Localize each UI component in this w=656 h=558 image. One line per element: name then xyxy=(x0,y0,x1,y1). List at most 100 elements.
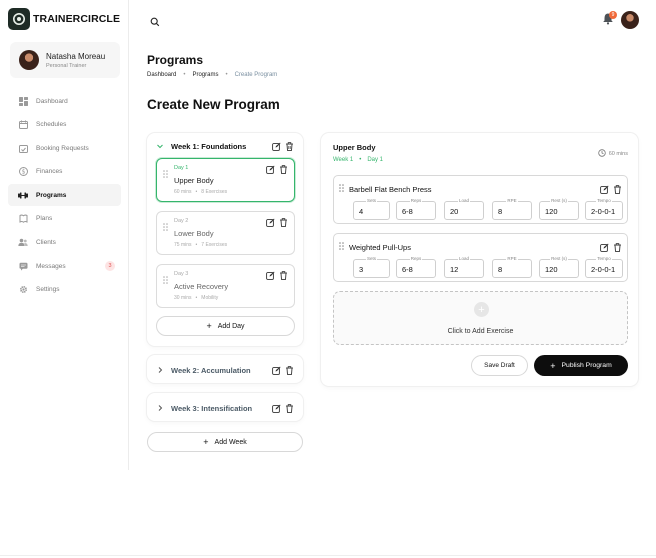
sidebar-item-label: Settings xyxy=(36,286,60,294)
user-avatar[interactable] xyxy=(621,11,639,29)
dollar-icon: $ xyxy=(18,167,28,177)
add-day-button[interactable]: + Add Day xyxy=(156,316,295,336)
reps-field[interactable]: Reps 6-8 xyxy=(396,256,436,278)
load-field[interactable]: Load 20 xyxy=(444,198,484,220)
calendar-check-icon xyxy=(18,143,28,153)
publish-program-button[interactable]: + Publish Program xyxy=(534,355,628,376)
sets-field[interactable]: Sets 4 xyxy=(353,198,390,220)
trash-icon[interactable] xyxy=(285,141,294,151)
edit-icon[interactable] xyxy=(272,142,281,151)
sidebar-item-label: Programs xyxy=(36,191,67,199)
save-draft-button[interactable]: Save Draft xyxy=(471,355,528,376)
sidebar-item-label: Clients xyxy=(36,239,56,247)
rpe-field[interactable]: RPE 8 xyxy=(492,198,532,220)
svg-text:$: $ xyxy=(21,169,25,176)
reps-field[interactable]: Reps 6-8 xyxy=(396,198,436,220)
drag-handle-icon[interactable] xyxy=(163,165,168,183)
day-meta: 60 mins • 8 Exercises xyxy=(174,189,227,195)
meta-separator: • xyxy=(195,295,198,301)
field-label: Sets xyxy=(365,198,377,203)
chevron-down-icon[interactable] xyxy=(156,142,165,151)
tempo-field[interactable]: Tempo 2-0-0-1 xyxy=(585,256,623,278)
drag-handle-icon[interactable] xyxy=(163,271,168,289)
detail-duration: 60 mins xyxy=(598,149,628,159)
sidebar-item-settings[interactable]: Settings xyxy=(8,279,121,301)
day-card[interactable]: Day 2 Lower Body 75 mins • 7 Exercises xyxy=(156,211,295,255)
profile-card[interactable]: Natasha Moreau Personal Trainer xyxy=(10,42,120,78)
plus-circle-icon: + xyxy=(474,302,489,317)
rest-field[interactable]: Rest (s) 120 xyxy=(539,198,579,220)
add-exercise-label: Click to Add Exercise xyxy=(447,328,514,335)
edit-icon[interactable] xyxy=(272,366,281,375)
meta-separator: • xyxy=(195,189,198,195)
drag-handle-icon[interactable] xyxy=(163,218,168,236)
add-week-button[interactable]: + Add Week xyxy=(147,432,303,452)
day-name: Upper Body xyxy=(174,176,214,185)
trash-icon[interactable] xyxy=(613,242,622,252)
day-exercises: 7 Exercises xyxy=(201,242,228,248)
edit-icon[interactable] xyxy=(600,185,609,194)
field-value: 120 xyxy=(545,207,558,216)
trash-icon[interactable] xyxy=(279,218,288,227)
week-header[interactable]: Week 2: Accumulation xyxy=(156,364,294,376)
day-card[interactable]: Day 3 Active Recovery 30 mins • Mobility xyxy=(156,264,295,308)
exercise-card[interactable]: Barbell Flat Bench Press Sets 4 Reps 6-8 L… xyxy=(333,175,628,224)
rpe-field[interactable]: RPE 8 xyxy=(492,256,532,278)
tempo-field[interactable]: Tempo 2-0-0-1 xyxy=(585,198,623,220)
week-header[interactable]: Week 1: Foundations xyxy=(156,140,294,152)
day-card[interactable]: Day 1 Upper Body 60 mins • 8 Exercises xyxy=(156,158,295,202)
week-title: Week 1: Foundations xyxy=(171,141,247,151)
detail-day: Day 1 xyxy=(367,157,384,163)
plus-icon: + xyxy=(550,360,556,371)
sidebar-item-booking-requests[interactable]: Booking Requests xyxy=(8,137,121,159)
page-title: Programs xyxy=(147,53,204,67)
trash-icon[interactable] xyxy=(285,365,294,375)
sidebar-item-dashboard[interactable]: Dashboard xyxy=(8,90,121,112)
sidebar-item-schedules[interactable]: Schedules xyxy=(8,114,121,136)
rest-field[interactable]: Rest (s) 120 xyxy=(539,256,579,278)
drag-handle-icon[interactable] xyxy=(339,184,344,194)
day-kicker: Day 3 xyxy=(174,271,189,277)
meta-separator: • xyxy=(195,242,198,248)
week-card-collapsed[interactable]: Week 3: Intensification xyxy=(147,393,303,421)
exercise-card[interactable]: Weighted Pull-Ups Sets 3 Reps 6-8 Load 12 R… xyxy=(333,233,628,282)
search-icon[interactable] xyxy=(150,14,162,27)
add-exercise-dropzone[interactable]: + Click to Add Exercise xyxy=(333,291,628,345)
trash-icon[interactable] xyxy=(279,165,288,174)
edit-icon[interactable] xyxy=(266,165,275,174)
week-card-collapsed[interactable]: Week 2: Accumulation xyxy=(147,355,303,383)
sidebar-item-clients[interactable]: Clients xyxy=(8,232,121,254)
sidebar-item-label: Booking Requests xyxy=(36,144,89,152)
field-value: 20 xyxy=(450,207,459,216)
trash-icon[interactable] xyxy=(279,271,288,280)
trash-icon[interactable] xyxy=(613,184,622,194)
field-value: 6-8 xyxy=(402,207,413,216)
sidebar-item-messages[interactable]: Messages 3 xyxy=(8,255,121,277)
edit-icon[interactable] xyxy=(600,243,609,252)
day-exercises: Mobility xyxy=(201,295,219,301)
drag-handle-icon[interactable] xyxy=(339,242,344,252)
sidebar-item-plans[interactable]: Plans xyxy=(8,208,121,230)
edit-icon[interactable] xyxy=(266,271,275,280)
edit-icon[interactable] xyxy=(272,404,281,413)
field-label: Reps xyxy=(409,198,423,203)
chevron-right-icon[interactable] xyxy=(156,404,165,413)
sets-field[interactable]: Sets 3 xyxy=(353,256,390,278)
edit-icon[interactable] xyxy=(266,218,275,227)
sidebar-item-programs[interactable]: Programs xyxy=(8,184,121,207)
day-meta: 75 mins • 7 Exercises xyxy=(174,242,227,248)
clock-icon xyxy=(598,149,606,159)
day-exercises: 8 Exercises xyxy=(201,189,228,195)
breadcrumb-programs[interactable]: Programs xyxy=(192,72,218,78)
sidebar-item-finances[interactable]: $ Finances xyxy=(8,161,121,183)
week-header[interactable]: Week 3: Intensification xyxy=(156,402,294,414)
load-field[interactable]: Load 12 xyxy=(444,256,484,278)
trash-icon[interactable] xyxy=(285,403,294,413)
breadcrumb-dashboard[interactable]: Dashboard xyxy=(147,72,176,78)
profile-name: Natasha Moreau xyxy=(46,51,106,61)
chevron-right-icon[interactable] xyxy=(156,366,165,375)
brand-logo[interactable]: TRAINERCIRCLE xyxy=(8,8,120,30)
field-value: 12 xyxy=(450,265,459,274)
add-week-label: Add Week xyxy=(214,438,247,446)
exercise-header: Weighted Pull-Ups xyxy=(339,242,622,252)
